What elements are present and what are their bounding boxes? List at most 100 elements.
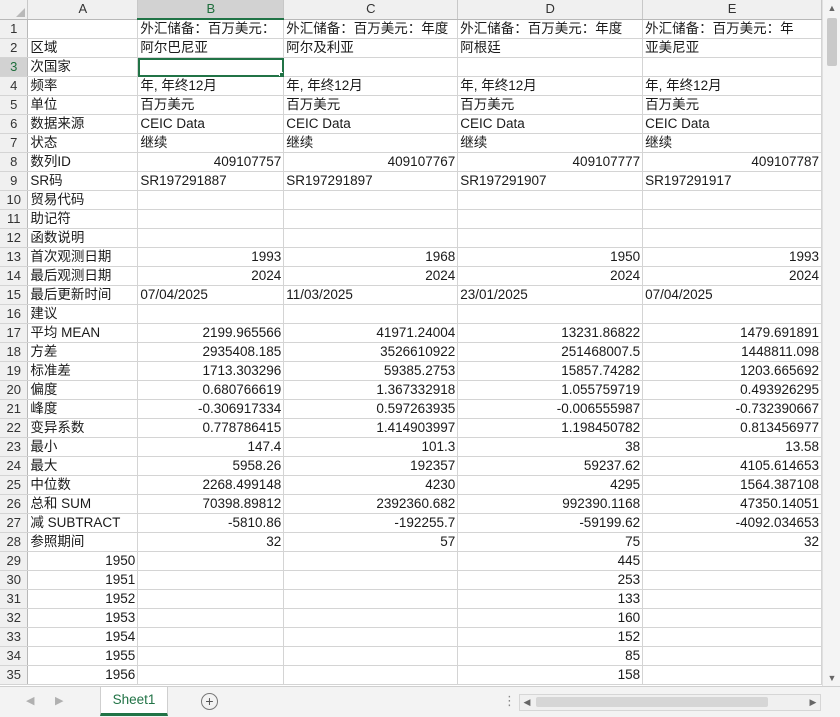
cell-a5[interactable]: 单位	[27, 95, 139, 115]
row-header[interactable]: 31	[0, 589, 29, 609]
cell-d28[interactable]: 75	[457, 532, 644, 552]
row-header[interactable]: 35	[0, 665, 29, 685]
vertical-scroll-thumb[interactable]	[827, 18, 837, 66]
cell-d7[interactable]: 继续	[457, 133, 644, 153]
cell-d1[interactable]: 外汇储备：百万美元：年度	[457, 19, 644, 39]
cell-d15[interactable]: 23/01/2025	[457, 285, 644, 305]
cell-c35[interactable]	[283, 665, 459, 685]
cell-d13[interactable]: 1950	[457, 247, 644, 267]
select-all-corner[interactable]	[0, 0, 29, 20]
cell-c17[interactable]: 41971.24004	[283, 323, 459, 343]
cell-a30[interactable]: 1951	[27, 570, 139, 590]
cell-e26[interactable]: 47350.14051	[642, 494, 822, 514]
cell-e5[interactable]: 百万美元	[642, 95, 822, 115]
cell-a18[interactable]: 方差	[27, 342, 139, 362]
cell-b6[interactable]: CEIC Data	[137, 114, 285, 134]
cell-b13[interactable]: 1993	[137, 247, 285, 267]
scroll-up-icon[interactable]: ▲	[823, 0, 840, 16]
cell-c31[interactable]	[283, 589, 459, 609]
cell-d32[interactable]: 160	[457, 608, 644, 628]
cell-c33[interactable]	[283, 627, 459, 647]
cell-c6[interactable]: CEIC Data	[283, 114, 459, 134]
cell-d20[interactable]: 1.055759719	[457, 380, 644, 400]
add-sheet-icon[interactable]: +	[201, 693, 218, 710]
cell-a3[interactable]: 次国家	[27, 57, 139, 77]
vertical-scrollbar[interactable]: ▲ ▼	[822, 0, 840, 686]
cell-b19[interactable]: 1713.303296	[137, 361, 285, 381]
column-header-d[interactable]: D	[457, 0, 644, 20]
row-header[interactable]: 10	[0, 190, 29, 210]
cell-a25[interactable]: 中位数	[27, 475, 139, 495]
cell-d24[interactable]: 59237.62	[457, 456, 644, 476]
row-header[interactable]: 15	[0, 285, 29, 305]
row-header[interactable]: 9	[0, 171, 29, 191]
cell-d17[interactable]: 13231.86822	[457, 323, 644, 343]
cell-b2[interactable]: 阿尔巴尼亚	[137, 38, 285, 58]
cell-e28[interactable]: 32	[642, 532, 822, 552]
cell-c18[interactable]: 3526610922	[283, 342, 459, 362]
cell-a34[interactable]: 1955	[27, 646, 139, 666]
cell-b11[interactable]	[137, 209, 285, 229]
cell-d12[interactable]	[457, 228, 644, 248]
cell-d33[interactable]: 152	[457, 627, 644, 647]
row-header[interactable]: 2	[0, 38, 29, 58]
cell-e31[interactable]	[642, 589, 822, 609]
column-header-e[interactable]: E	[642, 0, 822, 20]
cell-e7[interactable]: 继续	[642, 133, 822, 153]
cell-b27[interactable]: -5810.86	[137, 513, 285, 533]
row-header[interactable]: 34	[0, 646, 29, 666]
cell-c1[interactable]: 外汇储备：百万美元：年度	[283, 19, 459, 39]
cell-a1[interactable]	[27, 19, 139, 39]
cell-b22[interactable]: 0.778786415	[137, 418, 285, 438]
cell-b25[interactable]: 2268.499148	[137, 475, 285, 495]
cell-c28[interactable]: 57	[283, 532, 459, 552]
cell-c22[interactable]: 1.414903997	[283, 418, 459, 438]
cell-c24[interactable]: 192357	[283, 456, 459, 476]
row-header[interactable]: 30	[0, 570, 29, 590]
cell-a22[interactable]: 变异系数	[27, 418, 139, 438]
cell-b34[interactable]	[137, 646, 285, 666]
cell-b33[interactable]	[137, 627, 285, 647]
cell-b18[interactable]: 2935408.185	[137, 342, 285, 362]
row-header[interactable]: 26	[0, 494, 29, 514]
cell-c14[interactable]: 2024	[283, 266, 459, 286]
cell-e33[interactable]	[642, 627, 822, 647]
row-header[interactable]: 21	[0, 399, 29, 419]
cell-c20[interactable]: 1.367332918	[283, 380, 459, 400]
cell-c25[interactable]: 4230	[283, 475, 459, 495]
cell-d4[interactable]: 年, 年终12月	[457, 76, 644, 96]
cell-a12[interactable]: 函数说明	[27, 228, 139, 248]
cell-a9[interactable]: SR码	[27, 171, 139, 191]
cell-d3[interactable]	[457, 57, 644, 77]
cell-e18[interactable]: 1448811.098	[642, 342, 822, 362]
cell-e22[interactable]: 0.813456977	[642, 418, 822, 438]
cell-a15[interactable]: 最后更新时间	[27, 285, 139, 305]
cell-c27[interactable]: -192255.7	[283, 513, 459, 533]
cell-c21[interactable]: 0.597263935	[283, 399, 459, 419]
cell-b29[interactable]	[137, 551, 285, 571]
cell-d14[interactable]: 2024	[457, 266, 644, 286]
cell-e10[interactable]	[642, 190, 822, 210]
cell-b26[interactable]: 70398.89812	[137, 494, 285, 514]
cell-e9[interactable]: SR197291917	[642, 171, 822, 191]
tab-splitter-icon[interactable]: ⋮	[503, 693, 517, 709]
cell-e35[interactable]	[642, 665, 822, 685]
cell-b20[interactable]: 0.680766619	[137, 380, 285, 400]
prev-sheet-icon[interactable]: ◀	[26, 694, 34, 707]
cell-d35[interactable]: 158	[457, 665, 644, 685]
row-header[interactable]: 29	[0, 551, 29, 571]
cell-c30[interactable]	[283, 570, 459, 590]
row-header[interactable]: 17	[0, 323, 29, 343]
cell-b1[interactable]: 外汇储备：百万美元：	[137, 19, 285, 39]
cell-a16[interactable]: 建议	[27, 304, 139, 324]
cell-c11[interactable]	[283, 209, 459, 229]
cell-a14[interactable]: 最后观测日期	[27, 266, 139, 286]
cell-c19[interactable]: 59385.2753	[283, 361, 459, 381]
scroll-down-icon[interactable]: ▼	[823, 670, 840, 686]
spreadsheet-grid[interactable]: A B C D E 1 外汇储备：百万美元： 外汇储备：百万美元：年度 外汇储备：百万美元：年度…	[0, 0, 822, 686]
cell-b30[interactable]	[137, 570, 285, 590]
cell-d27[interactable]: -59199.62	[457, 513, 644, 533]
horizontal-scroll-thumb[interactable]	[536, 697, 768, 707]
cell-d26[interactable]: 992390.1168	[457, 494, 644, 514]
cell-a17[interactable]: 平均 MEAN	[27, 323, 139, 343]
